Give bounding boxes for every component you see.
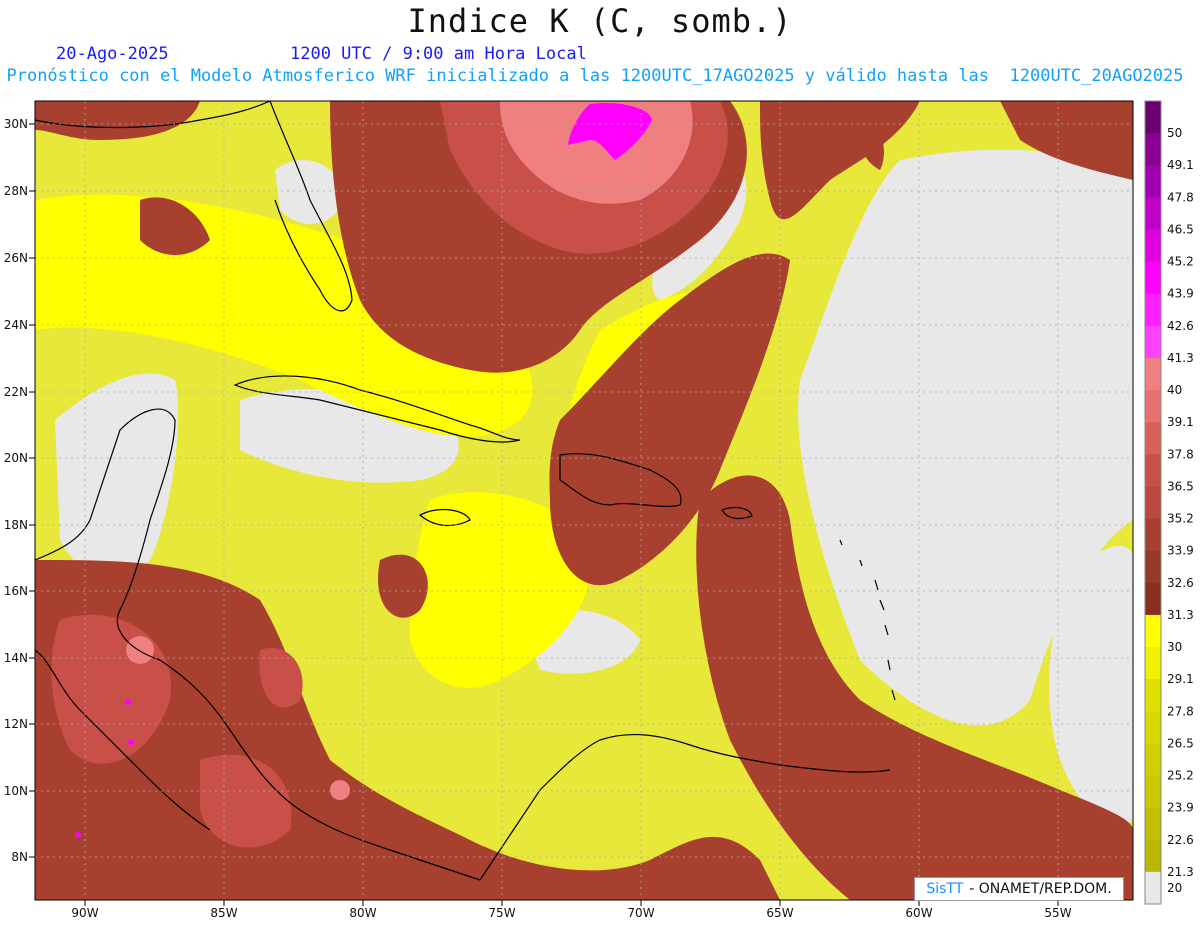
colorbar-label: 26.5: [1167, 736, 1194, 750]
colorbar-label: 25.2: [1167, 769, 1194, 783]
colorbar-swatch: [1145, 679, 1161, 712]
colorbar-swatch: [1145, 711, 1161, 744]
colorbar-swatch: [1145, 775, 1161, 809]
colorbar-label: 43.9: [1167, 287, 1194, 301]
colorbar-swatch: [1145, 582, 1161, 616]
colorbar-swatch: [1145, 839, 1161, 873]
colorbar-swatch: [1145, 325, 1161, 359]
lat-label-16N: 16N: [4, 584, 28, 598]
colorbar-swatch: [1145, 101, 1161, 134]
colorbar-swatch: [1145, 197, 1161, 230]
credit-org: - ONAMET/REP.DOM.: [969, 881, 1112, 897]
colorbar-label: 46.5: [1167, 222, 1194, 236]
colorbar-label: 42.6: [1167, 319, 1194, 333]
lat-label-28N: 28N: [4, 184, 28, 198]
colorbar-swatch: [1145, 390, 1161, 423]
colorbar-label: 20: [1167, 881, 1182, 895]
colorbar-swatch: [1145, 165, 1161, 198]
colorbar-label: 49.1: [1167, 158, 1194, 172]
colorbar-label: 47.8: [1167, 190, 1194, 204]
colorbar-swatch: [1145, 486, 1161, 520]
colorbar-swatch: [1145, 261, 1161, 295]
lat-label-12N: 12N: [4, 717, 28, 731]
map-field: [35, 101, 1133, 900]
lon-label-85W: 85W: [210, 906, 237, 920]
lon-label-75W: 75W: [488, 906, 515, 920]
lat-label-8N: 8N: [11, 850, 28, 864]
colorbar-label: 21.3: [1167, 865, 1194, 879]
lat-label-24N: 24N: [4, 318, 28, 332]
colorbar-swatch: [1145, 743, 1161, 777]
colorbar-label: 35.2: [1167, 512, 1194, 526]
lat-label-10N: 10N: [4, 784, 28, 798]
lon-label-70W: 70W: [627, 906, 654, 920]
colorbar-label: 22.6: [1167, 833, 1194, 847]
colorbar-label: 39.1: [1167, 415, 1194, 429]
lon-label-55W: 55W: [1044, 906, 1071, 920]
colorbar-label: 29.1: [1167, 672, 1194, 686]
colorbar-swatch: [1145, 518, 1161, 552]
colorbar-label: 30: [1167, 640, 1182, 654]
lon-label-60W: 60W: [905, 906, 932, 920]
lon-label-90W: 90W: [71, 906, 98, 920]
latitude-axis: 30N 28N 26N 24N 22N 20N 18N 16N 14N 12N 10N 8N: [4, 117, 35, 864]
colorbar-swatch: [1145, 871, 1161, 905]
colorbar-label: 33.9: [1167, 544, 1194, 558]
colorbar: 50 49.1 47.8 46.5 45.2 43.9 42.6 41.3 40 39.1 37.8…: [1144, 100, 1194, 905]
lat-label-20N: 20N: [4, 451, 28, 465]
colorbar-label: 45.2: [1167, 255, 1194, 269]
colorbar-swatch: [1145, 807, 1161, 841]
colorbar-label: 32.6: [1167, 576, 1194, 590]
colorbar-label: 27.8: [1167, 704, 1194, 718]
colorbar-label: 37.8: [1167, 447, 1194, 461]
lon-label-80W: 80W: [349, 906, 376, 920]
colorbar-label: 50: [1167, 126, 1182, 140]
lat-label-18N: 18N: [4, 518, 28, 532]
colorbar-label: 41.3: [1167, 351, 1194, 365]
lat-label-26N: 26N: [4, 251, 28, 265]
colorbar-swatch: [1145, 550, 1161, 584]
colorbar-swatch: [1145, 647, 1161, 680]
colorbar-swatch: [1145, 133, 1161, 166]
colorbar-swatch: [1145, 422, 1161, 455]
colorbar-swatch: [1145, 357, 1161, 391]
lat-label-30N: 30N: [4, 117, 28, 131]
colorbar-swatch: [1145, 614, 1161, 648]
colorbar-label: 36.5: [1167, 479, 1194, 493]
longitude-axis: 90W 85W 80W 75W 70W 65W 60W 55W: [71, 900, 1072, 920]
credit-box: SisTT - ONAMET/REP.DOM.: [914, 877, 1124, 901]
k-index-map: 30N 28N 26N 24N 22N 20N 18N 16N 14N 12N 10N 8N 90W 8…: [4, 100, 1194, 920]
colorbar-label: 23.9: [1167, 801, 1194, 815]
lat-label-22N: 22N: [4, 385, 28, 399]
colorbar-swatch: [1145, 454, 1161, 487]
colorbar-swatch: [1145, 229, 1161, 263]
credit-brand: SisTT: [926, 881, 964, 897]
colorbar-label: 31.3: [1167, 608, 1194, 622]
lat-label-14N: 14N: [4, 651, 28, 665]
colorbar-swatch: [1145, 293, 1161, 327]
lon-label-65W: 65W: [766, 906, 793, 920]
colorbar-label: 40: [1167, 383, 1182, 397]
